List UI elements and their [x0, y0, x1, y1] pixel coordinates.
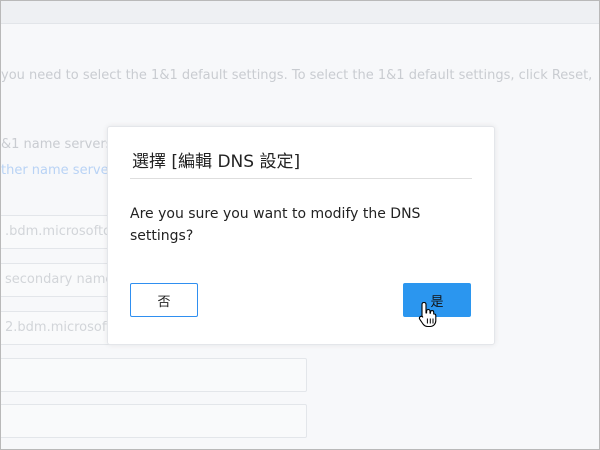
name-server-5-field	[1, 404, 307, 438]
page-frame: you need to select the 1&1 default setti…	[0, 0, 600, 450]
no-button[interactable]: 否	[130, 283, 198, 317]
dialog-title: 選擇 [編輯 DNS 設定]	[132, 152, 301, 172]
radio-other-name-servers: ther name servers	[1, 163, 121, 178]
dialog-message: Are you sure you want to modify the DNS …	[130, 206, 421, 244]
hand-pointer-icon	[418, 301, 437, 328]
dialog-divider	[130, 178, 472, 179]
top-strip	[1, 1, 599, 24]
background-instructions: you need to select the 1&1 default setti…	[1, 68, 593, 83]
name-server-4-field	[1, 358, 307, 392]
radio-default-name-servers: &1 name servers	[1, 137, 113, 152]
